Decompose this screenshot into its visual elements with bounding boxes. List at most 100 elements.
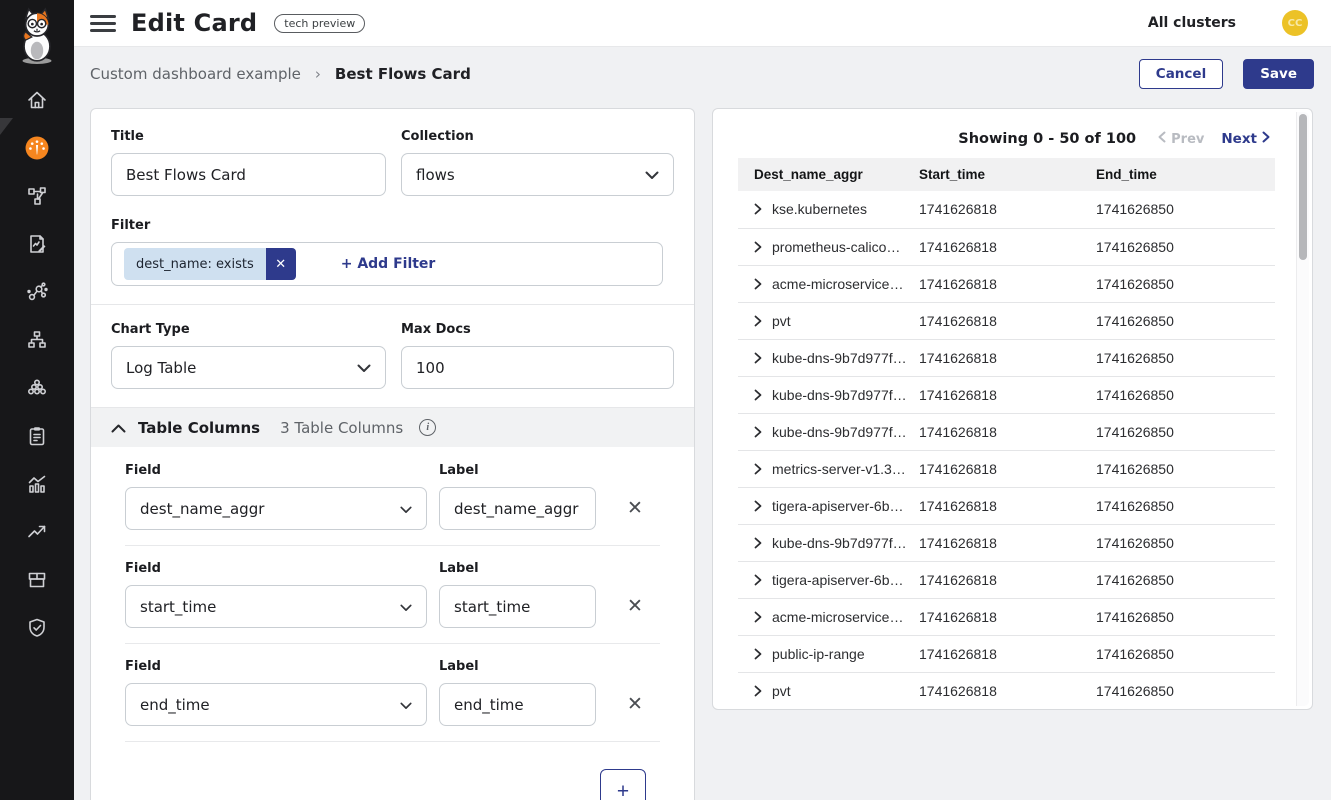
topbar: Edit Card tech preview All clusters CC: [74, 0, 1331, 47]
chart-type-select[interactable]: Log Table: [111, 346, 386, 389]
add-filter-button[interactable]: + Add Filter: [341, 256, 436, 272]
cell-end-time: 1741626850: [1096, 561, 1275, 598]
table-row[interactable]: pvt17416268181741626850: [738, 672, 1275, 709]
field-select[interactable]: dest_name_aggr: [125, 487, 427, 530]
title-input[interactable]: [111, 153, 386, 196]
expand-row-icon[interactable]: [754, 424, 762, 440]
field-select[interactable]: start_time: [125, 585, 427, 628]
trend-arrow-icon: [26, 521, 48, 546]
expand-row-icon[interactable]: [754, 461, 762, 477]
expand-row-icon[interactable]: [754, 313, 762, 329]
home-icon: [26, 89, 48, 114]
cell-start-time: 1741626818: [919, 191, 1096, 228]
table-row[interactable]: public-ip-range17416268181741626850: [738, 635, 1275, 672]
chevron-right-icon: [1262, 131, 1270, 147]
expand-row-icon[interactable]: [754, 609, 762, 625]
cell-end-time: 1741626850: [1096, 672, 1275, 709]
expand-row-icon[interactable]: [754, 646, 762, 662]
sidebar-item-packages[interactable]: [0, 557, 74, 605]
sidebar-item-clusters[interactable]: [0, 365, 74, 413]
cluster-circles-icon: [26, 377, 48, 402]
vertical-scrollbar[interactable]: [1296, 112, 1309, 706]
cell-dest-name-aggr: metrics-server-v1.3…: [738, 450, 919, 487]
cell-end-time: 1741626850: [1096, 265, 1275, 302]
action-bar: Custom dashboard example › Best Flows Ca…: [74, 47, 1331, 101]
showing-text: Showing 0 - 50 of 100: [958, 131, 1136, 147]
filter-chip-remove-button[interactable]: ✕: [266, 248, 296, 280]
sidebar: [0, 0, 74, 800]
expand-row-icon[interactable]: [754, 276, 762, 292]
breadcrumb-current: Best Flows Card: [335, 65, 471, 83]
table-column-rows: Field dest_name_aggr Label ✕ Field start: [111, 447, 674, 800]
collection-select[interactable]: flows: [401, 153, 674, 196]
table-row[interactable]: prometheus-calico…17416268181741626850: [738, 228, 1275, 265]
expand-row-icon[interactable]: [754, 572, 762, 588]
cell-dest-name-aggr: prometheus-calico…: [738, 228, 919, 265]
expand-row-icon[interactable]: [754, 498, 762, 514]
table-row[interactable]: acme-microservice…17416268181741626850: [738, 598, 1275, 635]
sidebar-item-compliance[interactable]: [0, 413, 74, 461]
edit-card-form: Title Collection flows Filter dest_name:…: [90, 108, 695, 800]
table-columns-header[interactable]: Table Columns 3 Table Columns i: [91, 408, 694, 447]
cell-dest-name-aggr: acme-microservice…: [738, 265, 919, 302]
cancel-button[interactable]: Cancel: [1139, 59, 1223, 89]
sidebar-item-security[interactable]: [0, 605, 74, 653]
expand-row-icon[interactable]: [754, 350, 762, 366]
save-button[interactable]: Save: [1243, 59, 1314, 89]
table-header-row: Dest_name_aggr Start_time End_time: [738, 158, 1275, 191]
info-icon[interactable]: i: [419, 419, 436, 436]
cell-start-time: 1741626818: [919, 228, 1096, 265]
cluster-selector[interactable]: All clusters: [1148, 15, 1236, 31]
menu-toggle-button[interactable]: [90, 12, 116, 34]
cell-start-time: 1741626818: [919, 672, 1096, 709]
expand-row-icon[interactable]: [754, 201, 762, 217]
avatar[interactable]: CC: [1282, 10, 1308, 36]
sidebar-item-flow-graph[interactable]: [0, 269, 74, 317]
cell-end-time: 1741626850: [1096, 339, 1275, 376]
calico-cat-logo-icon[interactable]: [0, 0, 74, 72]
label-input[interactable]: [439, 487, 596, 530]
field-select[interactable]: end_time: [125, 683, 427, 726]
table-row[interactable]: kse.kubernetes17416268181741626850: [738, 191, 1275, 228]
column-header-end-time[interactable]: End_time: [1096, 158, 1275, 191]
scrollbar-thumb[interactable]: [1299, 114, 1307, 260]
column-header-dest-name-aggr[interactable]: Dest_name_aggr: [738, 158, 919, 191]
expand-row-icon[interactable]: [754, 535, 762, 551]
table-row[interactable]: kube-dns-9b7d977f…17416268181741626850: [738, 339, 1275, 376]
cell-end-time: 1741626850: [1096, 450, 1275, 487]
label-input[interactable]: [439, 585, 596, 628]
table-row[interactable]: kube-dns-9b7d977f…17416268181741626850: [738, 524, 1275, 561]
report-edit-icon: [26, 233, 48, 258]
table-row[interactable]: acme-microservice…17416268181741626850: [738, 265, 1275, 302]
chevron-down-icon: [400, 696, 412, 714]
dashboard-gauge-icon: [25, 136, 49, 163]
pagination: Showing 0 - 50 of 100 Prev Next: [958, 131, 1270, 147]
table-row[interactable]: kube-dns-9b7d977f…17416268181741626850: [738, 376, 1275, 413]
cell-dest-name-aggr: kube-dns-9b7d977f…: [738, 524, 919, 561]
next-page-button[interactable]: Next: [1221, 131, 1270, 147]
table-row[interactable]: tigera-apiserver-6b…17416268181741626850: [738, 561, 1275, 598]
max-docs-input[interactable]: [401, 346, 674, 389]
column-header-start-time[interactable]: Start_time: [919, 158, 1096, 191]
expand-row-icon[interactable]: [754, 387, 762, 403]
breadcrumb-parent[interactable]: Custom dashboard example: [90, 65, 301, 83]
chevron-up-icon[interactable]: [111, 418, 126, 437]
table-row[interactable]: pvt17416268181741626850: [738, 302, 1275, 339]
remove-column-button[interactable]: ✕: [622, 585, 648, 628]
sidebar-item-analytics[interactable]: [0, 461, 74, 509]
remove-column-button[interactable]: ✕: [622, 683, 648, 726]
table-row[interactable]: tigera-apiserver-6b…17416268181741626850: [738, 487, 1275, 524]
table-row[interactable]: kube-dns-9b7d977f…17416268181741626850: [738, 413, 1275, 450]
sidebar-item-hierarchy[interactable]: [0, 317, 74, 365]
table-row[interactable]: metrics-server-v1.3…17416268181741626850: [738, 450, 1275, 487]
cell-end-time: 1741626850: [1096, 302, 1275, 339]
expand-row-icon[interactable]: [754, 239, 762, 255]
label-input[interactable]: [439, 683, 596, 726]
add-column-button[interactable]: +: [600, 769, 646, 800]
remove-column-button[interactable]: ✕: [622, 487, 648, 530]
sidebar-item-service-graph[interactable]: [0, 173, 74, 221]
sidebar-item-trends[interactable]: [0, 509, 74, 557]
expand-row-icon[interactable]: [754, 683, 762, 699]
sidebar-item-reports[interactable]: [0, 221, 74, 269]
prev-page-button[interactable]: Prev: [1158, 131, 1204, 147]
